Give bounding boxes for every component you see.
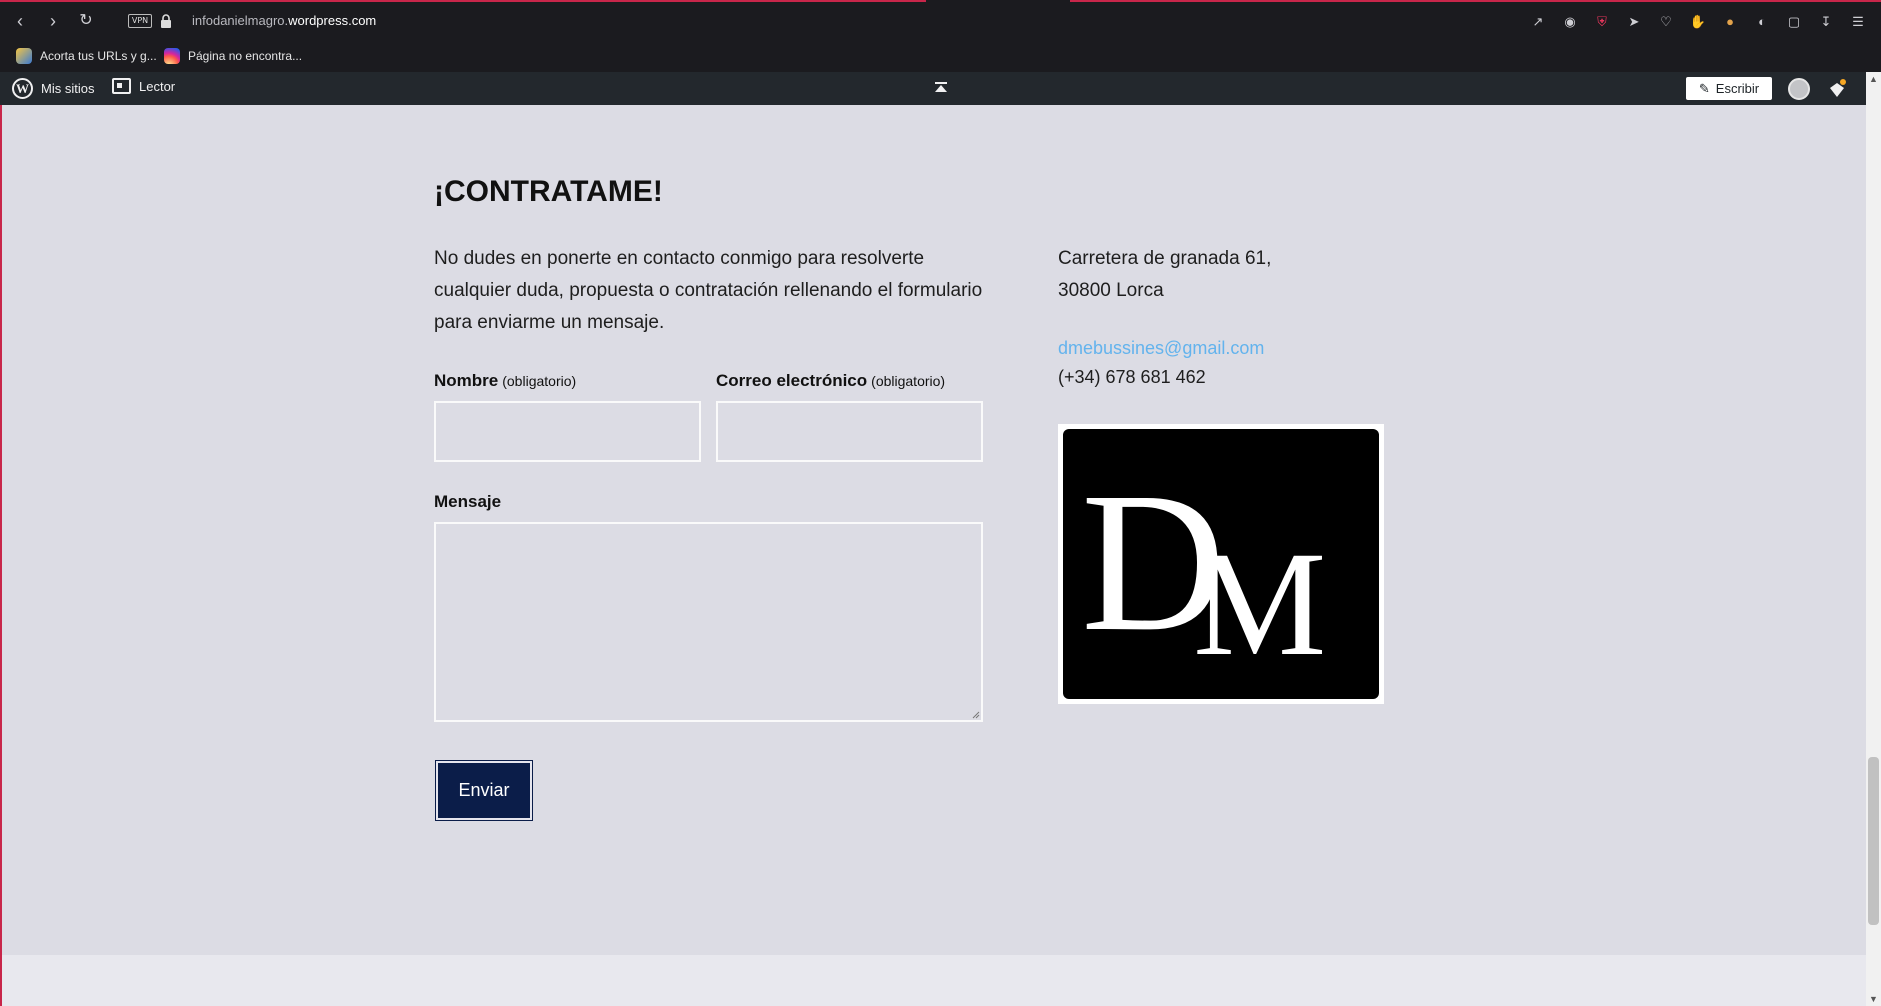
shield-icon[interactable]: ⛨ xyxy=(1591,11,1613,33)
my-sites-label: Mis sitios xyxy=(41,81,95,96)
address-bar[interactable]: infodanielmagro.wordpress.com xyxy=(192,13,376,28)
my-sites-button[interactable]: W Mis sitios xyxy=(12,78,94,99)
intro-text: No dudes en ponerte en contacto conmigo … xyxy=(434,248,983,333)
reader-label: Lector xyxy=(139,78,176,94)
footer-strip xyxy=(0,955,1866,1006)
avatar[interactable] xyxy=(1788,78,1810,100)
wordpress-icon: W xyxy=(12,78,33,99)
extension-icon[interactable]: ◐ xyxy=(1751,11,1773,33)
reader-button[interactable]: Lector xyxy=(112,78,175,94)
submit-button[interactable]: Enviar xyxy=(435,760,533,821)
tab-indicator xyxy=(0,0,926,2)
email-label: Correo electrónico (obligatorio) xyxy=(716,371,945,391)
dm-logo-mark: D M xyxy=(1081,452,1326,687)
heart-icon[interactable]: ♡ xyxy=(1655,11,1677,33)
reader-icon xyxy=(112,78,131,94)
cookie-icon[interactable]: ● xyxy=(1719,11,1741,33)
menu-icon[interactable]: ☰ xyxy=(1847,11,1869,33)
wp-admin-bar: W Mis sitios Lector ✎ Escribir xyxy=(0,72,1866,105)
bookmark-item[interactable]: Acorta tus URLs y g... xyxy=(16,48,157,64)
share-icon[interactable]: ↗ xyxy=(1527,11,1549,33)
address-line: 30800 Lorca xyxy=(1058,280,1164,301)
resize-handle-icon[interactable] xyxy=(972,711,980,719)
instagram-icon xyxy=(164,48,180,64)
address: Carretera de granada 61, 30800 Lorca xyxy=(1058,243,1271,307)
adblock-icon[interactable]: ✋ xyxy=(1687,11,1709,33)
write-label: Escribir xyxy=(1715,81,1760,96)
lock-icon xyxy=(161,14,171,28)
browser-toolbar: ‹ › ↻ VPN infodanielmagro.wordpress.com … xyxy=(0,0,1881,42)
bookmark-favicon-icon xyxy=(16,48,32,64)
scroll-thumb[interactable] xyxy=(1868,757,1879,925)
camera-icon[interactable]: ◉ xyxy=(1559,11,1581,33)
page-title: ¡CONTRATAME! xyxy=(434,175,663,208)
bookmark-item[interactable]: Página no encontra... xyxy=(164,48,302,64)
email-link[interactable]: dmebussines@gmail.com xyxy=(1058,338,1264,359)
email-field[interactable] xyxy=(716,401,983,462)
write-button[interactable]: ✎ Escribir xyxy=(1686,77,1772,100)
bookmarks-bar: Acorta tus URLs y g... Página no encontr… xyxy=(0,42,1881,72)
name-required-note: (obligatorio) xyxy=(502,373,577,389)
svg-text:M: M xyxy=(1193,521,1326,687)
download-icon[interactable]: ↧ xyxy=(1815,11,1837,33)
name-label: Nombre (obligatorio) xyxy=(434,371,576,391)
email-label-text: Correo electrónico xyxy=(716,371,868,390)
bookmark-label: Página no encontra... xyxy=(188,49,303,63)
dm-logo: D M xyxy=(1058,424,1384,704)
tab-indicator xyxy=(1070,0,1881,2)
email-required-note: (obligatorio) xyxy=(871,373,946,389)
forward-icon[interactable]: › xyxy=(42,10,64,32)
bookmark-label: Acorta tus URLs y g... xyxy=(40,49,157,63)
collapse-icon[interactable] xyxy=(934,81,948,95)
scroll-up-icon[interactable]: ▲ xyxy=(1866,72,1881,86)
scroll-down-icon[interactable]: ▼ xyxy=(1866,992,1881,1006)
address-line: Carretera de granada 61, xyxy=(1058,248,1272,269)
back-icon[interactable]: ‹ xyxy=(9,10,31,32)
pen-icon: ✎ xyxy=(1698,80,1710,96)
send-icon[interactable]: ➤ xyxy=(1623,11,1645,33)
browser-actions: ↗ ◉ ⛨ ➤ ♡ ✋ ● ◐ ▢ ↧ ☰ xyxy=(1527,11,1869,33)
message-label: Mensaje xyxy=(434,492,502,511)
vpn-badge[interactable]: VPN xyxy=(128,14,152,28)
reload-icon[interactable]: ↻ xyxy=(75,10,97,32)
page-scrollbar[interactable]: ▲ ▼ xyxy=(1866,72,1881,1006)
phone-number: (+34) 678 681 462 xyxy=(1058,367,1206,387)
dm-logo-tile: D M xyxy=(1063,429,1379,699)
cube-icon[interactable]: ▢ xyxy=(1783,11,1805,33)
message-textarea[interactable] xyxy=(434,522,983,722)
name-label-text: Nombre xyxy=(434,371,499,390)
notifications-icon[interactable] xyxy=(1826,78,1848,100)
name-field[interactable] xyxy=(434,401,701,462)
